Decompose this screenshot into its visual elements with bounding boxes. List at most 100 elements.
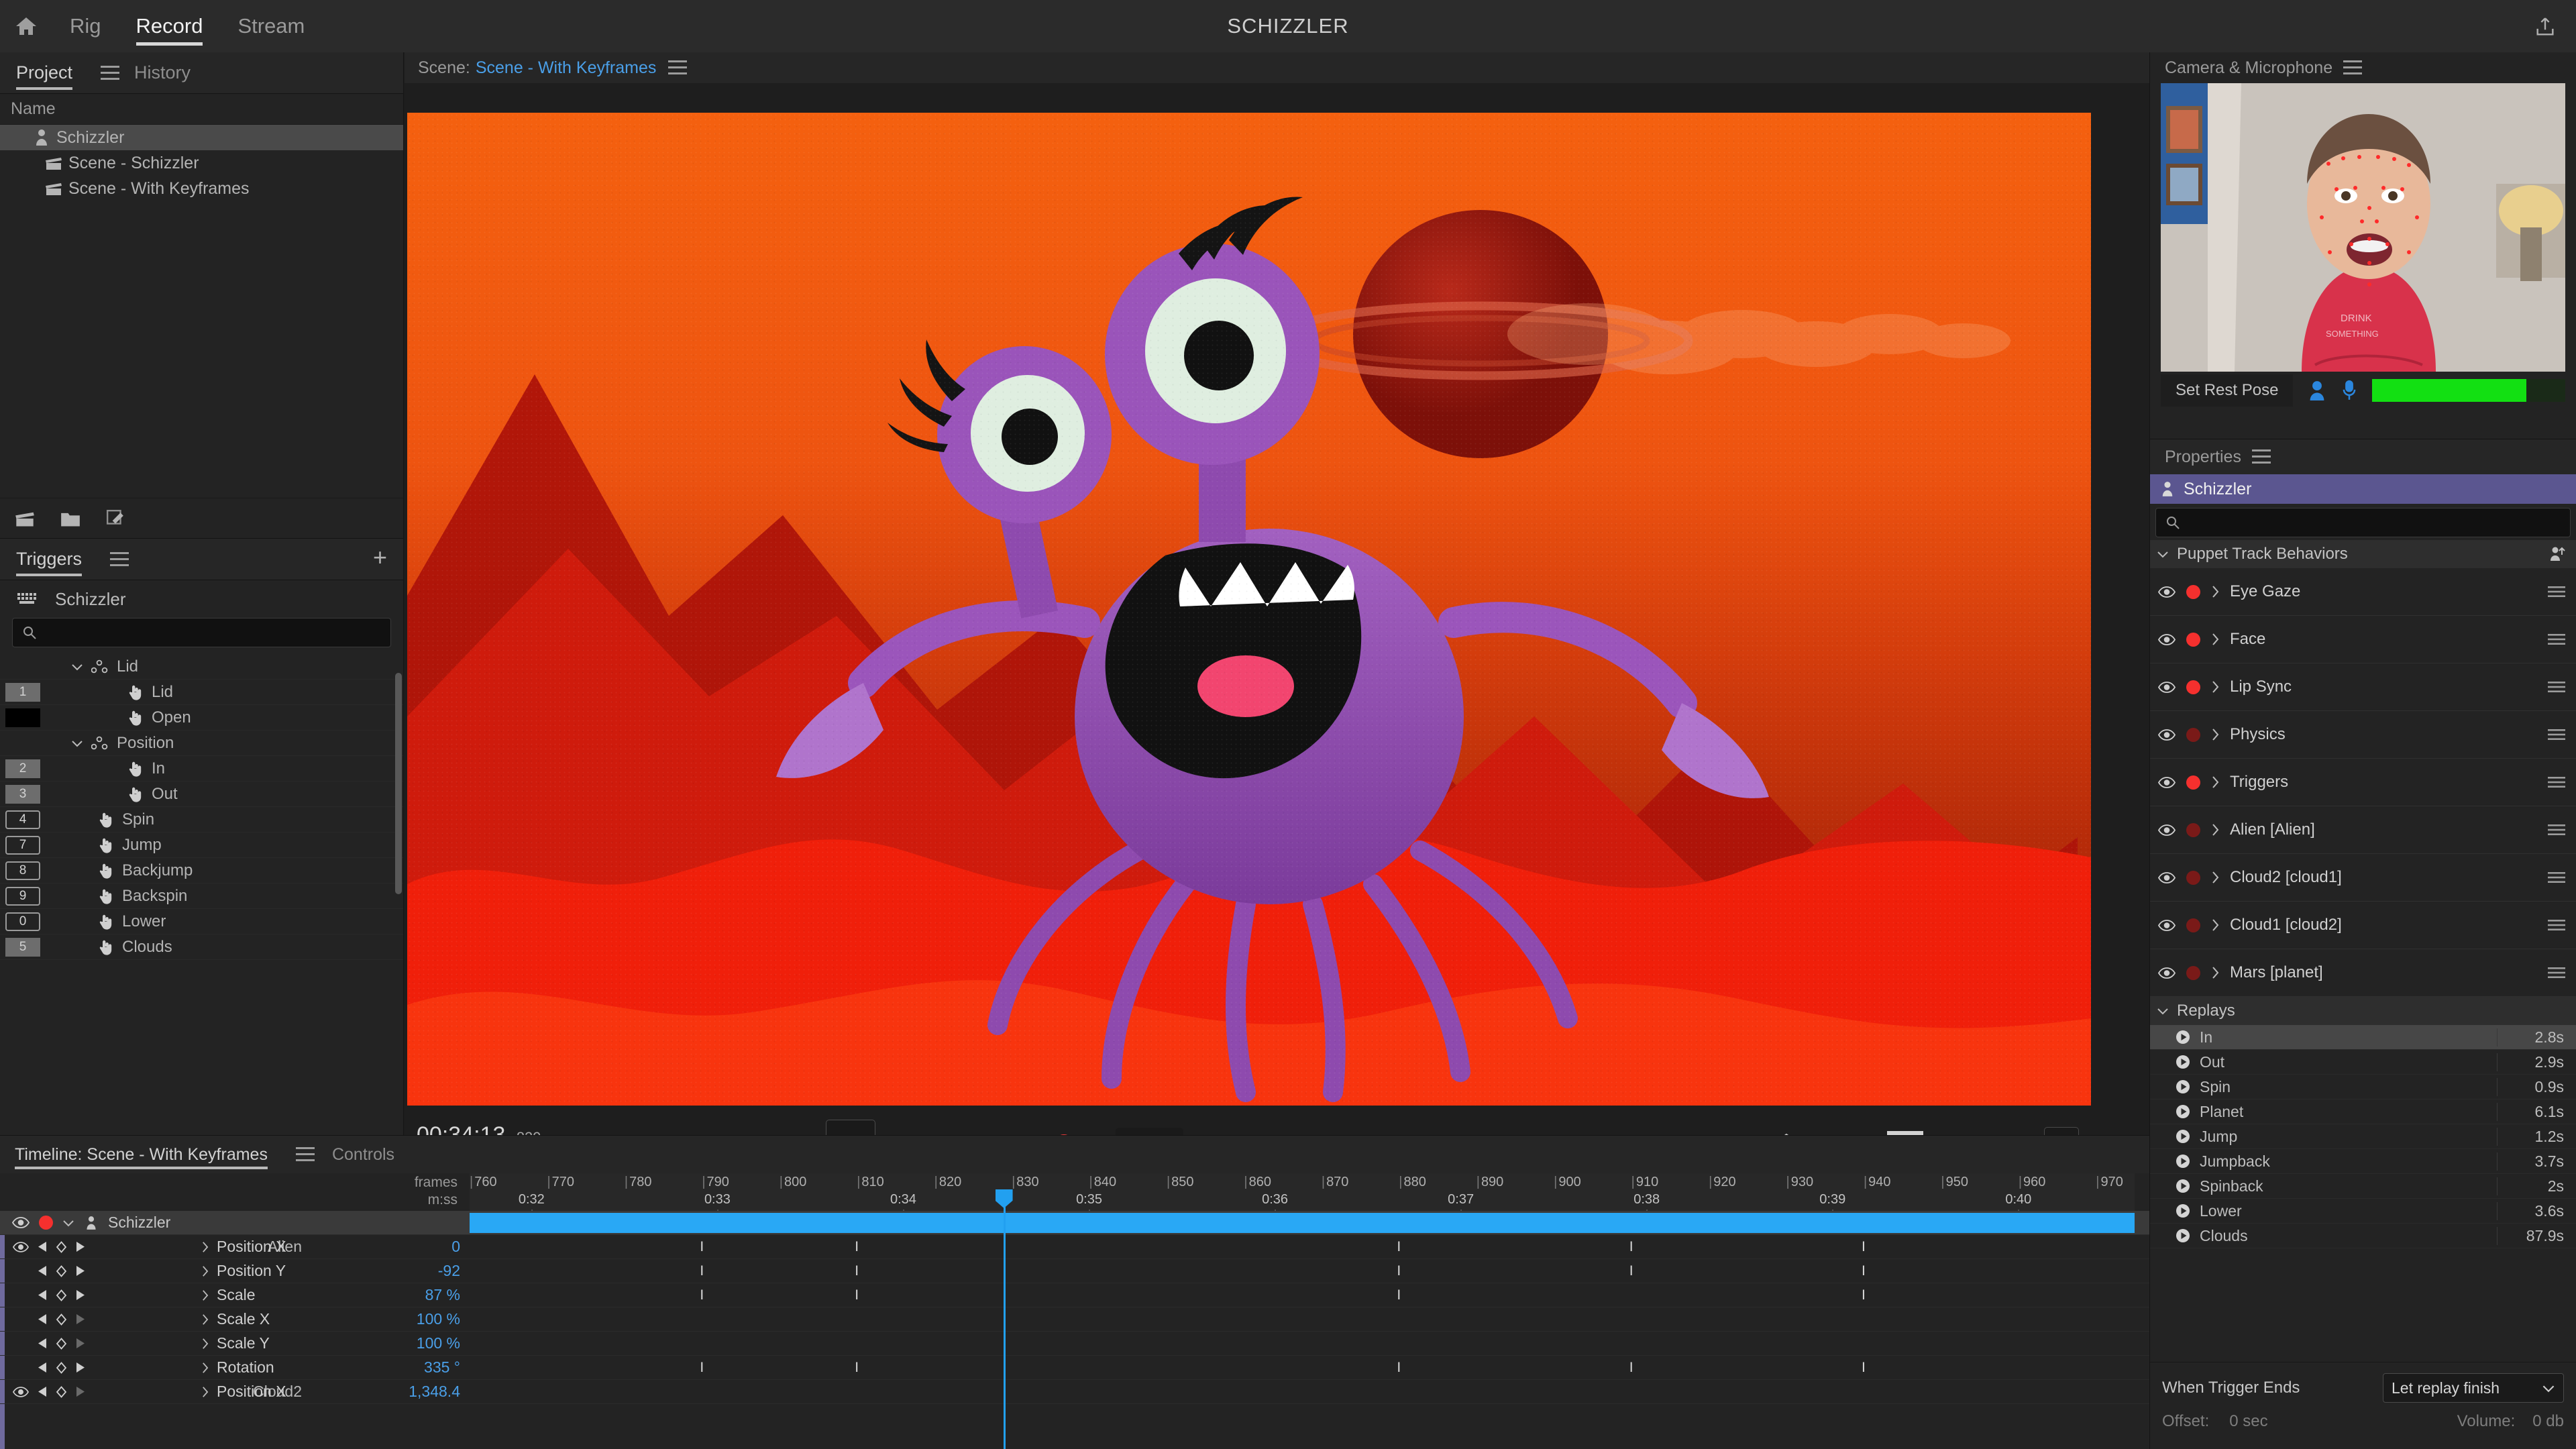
tab-project[interactable]: Project: [16, 52, 73, 94]
camera-preview[interactable]: DRINK SOMETHING: [2161, 83, 2565, 372]
play-circle-icon[interactable]: [2176, 1055, 2190, 1069]
arm-record-dot[interactable]: [2186, 584, 2200, 599]
trigger-key-badge[interactable]: 3: [5, 784, 40, 804]
behavior-row[interactable]: Face: [2150, 616, 2576, 663]
replay-row[interactable]: Lower 3.6s: [2150, 1199, 2576, 1224]
arm-record-dot[interactable]: [2186, 775, 2200, 790]
timeline-property-row[interactable]: Alien Position X 0 I I I I I: [0, 1235, 2149, 1259]
chevron-right-icon[interactable]: [201, 1386, 209, 1398]
add-keyframe-icon[interactable]: [56, 1361, 67, 1374]
visibility-eye-icon[interactable]: [9, 1217, 32, 1228]
play-circle-icon[interactable]: [2176, 1179, 2190, 1193]
keyframe-marker[interactable]: I: [1394, 1288, 1403, 1302]
property-track[interactable]: [470, 1332, 2135, 1355]
chevron-right-icon[interactable]: [2211, 728, 2219, 741]
behavior-menu-icon[interactable]: [2548, 775, 2565, 789]
trigger-key-badge[interactable]: [5, 657, 40, 676]
timeline-property-row[interactable]: Position Y -92 I I I I I: [0, 1259, 2149, 1283]
add-keyframe-icon[interactable]: [56, 1240, 67, 1253]
visibility-eye-icon[interactable]: [2158, 919, 2176, 931]
properties-search-input[interactable]: [2155, 508, 2571, 537]
scene-name[interactable]: Scene - With Keyframes: [476, 58, 657, 78]
next-keyframe-icon[interactable]: [76, 1265, 85, 1277]
trigger-key-badge[interactable]: 1: [5, 682, 40, 702]
property-track[interactable]: IIIII: [470, 1259, 2135, 1283]
behavior-menu-icon[interactable]: [2548, 585, 2565, 598]
play-circle-icon[interactable]: [2176, 1104, 2190, 1119]
chevron-right-icon[interactable]: [2211, 585, 2219, 598]
keyframe-marker[interactable]: I: [697, 1240, 706, 1254]
property-track[interactable]: IIIII: [470, 1235, 2135, 1258]
selected-puppet-bar[interactable]: Schizzler: [2150, 474, 2576, 504]
property-value[interactable]: 87 %: [425, 1286, 460, 1304]
visibility-eye-icon[interactable]: [2158, 967, 2176, 979]
replay-row[interactable]: Spin 0.9s: [2150, 1075, 2576, 1099]
scene-viewer[interactable]: [407, 113, 2091, 1106]
puppet-take-bar[interactable]: [470, 1213, 2135, 1233]
prev-keyframe-icon[interactable]: [38, 1265, 47, 1277]
trigger-key-badge[interactable]: [5, 734, 40, 753]
new-item-icon[interactable]: [106, 509, 125, 528]
property-track[interactable]: IIII: [470, 1283, 2135, 1307]
chevron-right-icon[interactable]: [201, 1289, 209, 1301]
prev-keyframe-icon[interactable]: [38, 1241, 47, 1252]
tab-timeline[interactable]: Timeline: Scene - With Keyframes: [15, 1136, 268, 1173]
behavior-menu-icon[interactable]: [2548, 918, 2565, 932]
keyframe-marker[interactable]: I: [697, 1288, 706, 1302]
arm-record-dot[interactable]: [2186, 870, 2200, 885]
trigger-row[interactable]: Open: [0, 705, 403, 731]
property-value[interactable]: 1,348.4: [409, 1383, 460, 1401]
visibility-eye-icon[interactable]: [2158, 586, 2176, 598]
keyframe-marker[interactable]: I: [852, 1288, 861, 1302]
trigger-row[interactable]: 4 Spin: [0, 807, 403, 833]
trigger-row[interactable]: 9 Backspin: [0, 883, 403, 909]
trigger-key-badge[interactable]: 8: [5, 861, 40, 880]
property-value[interactable]: 100 %: [417, 1334, 460, 1352]
keyframe-marker[interactable]: I: [1859, 1360, 1868, 1375]
arm-record-dot[interactable]: [2186, 727, 2200, 742]
chevron-right-icon[interactable]: [2211, 633, 2219, 646]
offset-value[interactable]: 0 sec: [2229, 1412, 2267, 1431]
replay-row[interactable]: Jump 1.2s: [2150, 1124, 2576, 1149]
trigger-key-badge[interactable]: 9: [5, 886, 40, 906]
behavior-row[interactable]: Eye Gaze: [2150, 568, 2576, 616]
timeline-menu-icon[interactable]: [295, 1147, 315, 1162]
chevron-right-icon[interactable]: [2211, 680, 2219, 694]
behavior-row[interactable]: Cloud2 [cloud1]: [2150, 854, 2576, 902]
keyframe-marker[interactable]: I: [1859, 1288, 1868, 1302]
replay-row[interactable]: In 2.8s: [2150, 1025, 2576, 1050]
chevron-down-icon[interactable]: [71, 739, 83, 747]
property-track[interactable]: IIIII: [470, 1356, 2135, 1379]
property-value[interactable]: 0: [451, 1238, 460, 1256]
trigger-row[interactable]: 2 In: [0, 756, 403, 782]
visibility-eye-icon[interactable]: [2158, 824, 2176, 836]
chevron-right-icon[interactable]: [201, 1338, 209, 1350]
replay-row[interactable]: Spinback 2s: [2150, 1174, 2576, 1199]
behavior-row[interactable]: Mars [planet]: [2150, 949, 2576, 997]
chevron-right-icon[interactable]: [2211, 775, 2219, 789]
keyframe-marker[interactable]: I: [1627, 1240, 1636, 1254]
tab-stream[interactable]: Stream: [220, 0, 322, 52]
chevron-right-icon[interactable]: [2211, 966, 2219, 979]
chevron-right-icon[interactable]: [2211, 823, 2219, 837]
play-circle-icon[interactable]: [2176, 1154, 2190, 1169]
prev-keyframe-icon[interactable]: [38, 1362, 47, 1373]
trigger-row[interactable]: 7 Jump: [0, 833, 403, 858]
chevron-right-icon[interactable]: [2211, 871, 2219, 884]
play-circle-icon[interactable]: [2176, 1079, 2190, 1094]
trigger-row[interactable]: 3 Out: [0, 782, 403, 807]
triggers-search-input[interactable]: [12, 618, 391, 647]
arm-record-dot[interactable]: [2186, 632, 2200, 647]
arm-record-dot[interactable]: [39, 1216, 53, 1230]
keyframe-marker[interactable]: I: [697, 1360, 706, 1375]
keyframe-marker[interactable]: I: [1627, 1264, 1636, 1278]
play-circle-icon[interactable]: [2176, 1203, 2190, 1218]
behaviors-section-header[interactable]: Puppet Track Behaviors: [2150, 540, 2576, 568]
trigger-row[interactable]: 1 Lid: [0, 680, 403, 705]
timeline-property-row[interactable]: Rotation 335 ° I I I I I: [0, 1356, 2149, 1380]
next-keyframe-icon[interactable]: [76, 1362, 85, 1373]
chevron-right-icon[interactable]: [201, 1241, 209, 1253]
trigger-row[interactable]: 5 Clouds: [0, 934, 403, 960]
trigger-key-badge[interactable]: 7: [5, 835, 40, 855]
timeline-property-row[interactable]: Scale Y 100 %: [0, 1332, 2149, 1356]
